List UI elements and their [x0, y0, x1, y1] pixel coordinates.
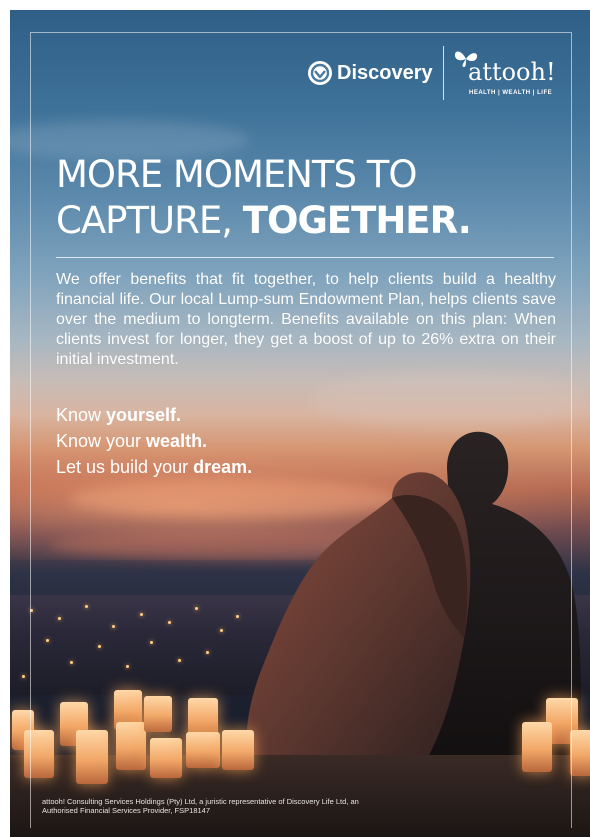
discovery-wordmark: Discovery: [337, 61, 433, 84]
attooh-tagline: HEALTH | WEALTH | LIFE: [469, 90, 553, 96]
candle: [522, 722, 552, 772]
headline-line-2-regular: CAPTURE,: [56, 199, 243, 242]
candle: [24, 730, 54, 778]
tagline-bold: dream.: [193, 457, 253, 477]
body-paragraph: We offer benefits that fit together, to …: [56, 271, 556, 368]
candle: [150, 738, 182, 778]
discovery-emblem-icon: [308, 61, 332, 85]
candle: [144, 696, 172, 732]
discovery-logo: Discovery: [307, 60, 433, 86]
tagline-regular: Know: [56, 405, 107, 425]
candle: [76, 730, 108, 784]
tagline-bold: wealth.: [146, 431, 208, 451]
tagline-line: Let us build your dream.: [56, 454, 252, 480]
logo-divider: [443, 46, 444, 100]
divider-rule: [56, 257, 554, 258]
legal-disclaimer: attooh! Consulting Services Holdings (Pt…: [42, 797, 359, 815]
tagline-line: Know yourself.: [56, 402, 252, 428]
headline: MORE MOMENTS TO CAPTURE, TOGETHER.: [56, 152, 566, 244]
candle: [222, 730, 254, 770]
attooh-logo: attooh! HEALTH | WEALTH | LIFE: [454, 46, 573, 102]
candle: [186, 732, 220, 768]
tagline-regular: Know your: [56, 431, 147, 451]
tagline-block: Know yourself. Know your wealth. Let us …: [56, 402, 252, 480]
cloud: [310, 370, 590, 430]
tagline-bold: yourself.: [106, 405, 182, 425]
headline-line-2-bold: TOGETHER.: [242, 199, 472, 242]
tagline-line: Know your wealth.: [56, 428, 252, 454]
headline-line-1: MORE MOMENTS TO: [56, 153, 417, 196]
tagline-regular: Let us build your: [56, 457, 194, 477]
candle: [116, 722, 146, 770]
candle: [570, 730, 590, 776]
attooh-wordmark: attooh!: [468, 58, 556, 86]
